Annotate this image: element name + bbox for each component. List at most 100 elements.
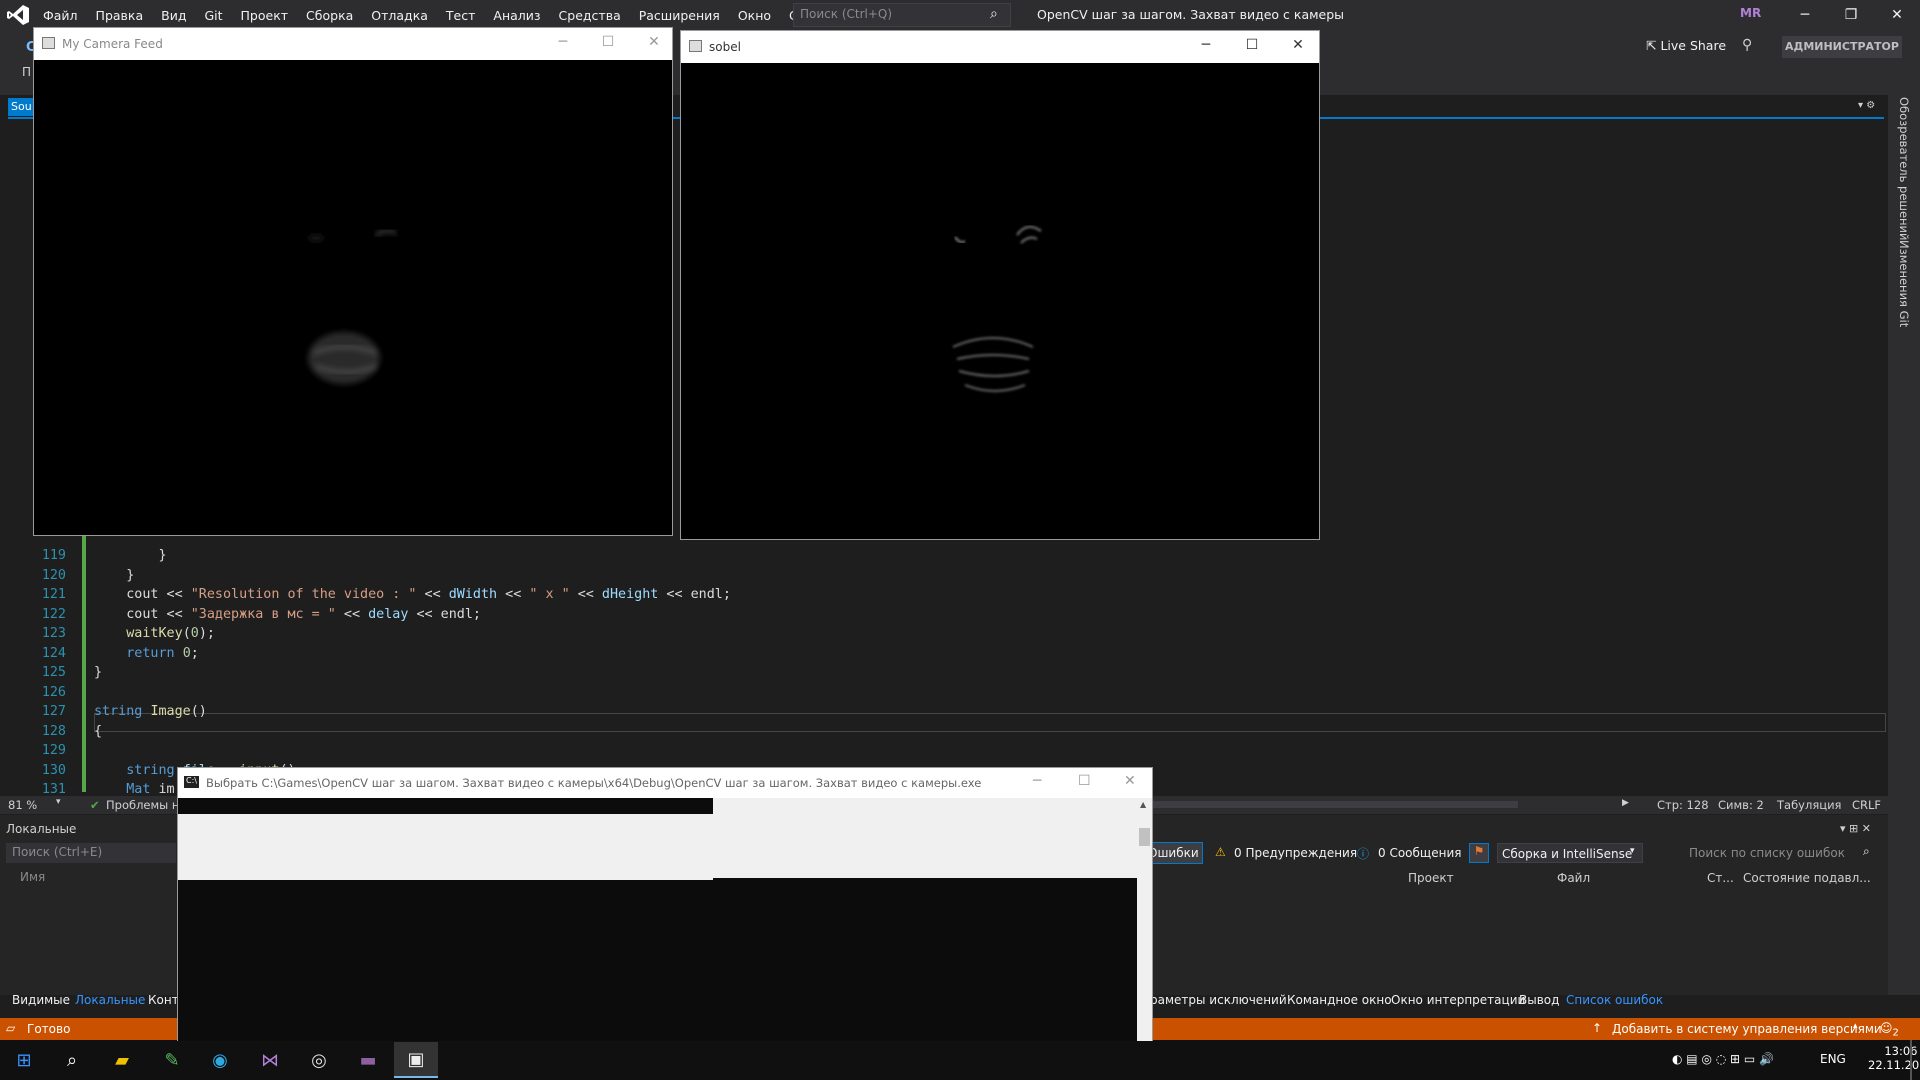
- clock[interactable]: 13:06 22.11.2021: [1868, 1044, 1920, 1072]
- error-search-icon[interactable]: ⌕: [1863, 844, 1870, 859]
- menu-tools[interactable]: Средства: [550, 8, 630, 23]
- restore-icon[interactable]: ❐: [1828, 0, 1874, 30]
- search-input[interactable]: Поиск (Ctrl+Q): [793, 3, 1011, 27]
- menu-test[interactable]: Тест: [437, 8, 484, 23]
- solution-explorer-tab[interactable]: Обозреватель решений: [1897, 97, 1911, 241]
- code-text[interactable]: cout << "Resolution of the video : " << …: [94, 585, 731, 605]
- live-share-button[interactable]: ⇱ Live Share: [1646, 38, 1726, 53]
- visual-studio-logo-icon[interactable]: [6, 4, 30, 26]
- code-text[interactable]: cout << "Задержка в мс = " << delay << e…: [94, 605, 481, 625]
- tab-mode[interactable]: Табуляция: [1777, 798, 1841, 812]
- menu-edit[interactable]: Правка: [87, 8, 153, 23]
- minimize-icon[interactable]: ─: [1196, 37, 1216, 53]
- code-text[interactable]: }: [94, 566, 134, 586]
- code-line[interactable]: 127 string Image(): [0, 702, 1880, 722]
- menu-file[interactable]: Файл: [34, 8, 87, 23]
- language-indicator[interactable]: ENG: [1820, 1052, 1846, 1066]
- col-project[interactable]: Проект: [1408, 871, 1454, 885]
- close-icon[interactable]: ✕: [644, 34, 664, 50]
- menu-project[interactable]: Проект: [232, 8, 298, 23]
- code-line[interactable]: 124 return 0;: [0, 644, 1880, 664]
- issues-label[interactable]: Проблемы н: [106, 798, 179, 812]
- code-text[interactable]: waitKey(0);: [94, 624, 215, 644]
- warnings-filter[interactable]: 0 Предупреждения: [1234, 846, 1357, 860]
- tab-locals[interactable]: Локальные: [75, 993, 145, 1007]
- menu-analyze[interactable]: Анализ: [484, 8, 549, 23]
- maximize-icon[interactable]: ☐: [598, 34, 618, 50]
- vcs-chevron-icon[interactable]: ▴: [1853, 1021, 1858, 1031]
- visual-studio-icon[interactable]: ⋈: [248, 1042, 292, 1078]
- code-line[interactable]: 123 waitKey(0);: [0, 624, 1880, 644]
- code-text[interactable]: return 0;: [94, 644, 199, 664]
- add-to-source-control[interactable]: Добавить в систему управления версиями: [1612, 1022, 1882, 1036]
- minimize-icon[interactable]: ─: [553, 34, 573, 50]
- paint-icon[interactable]: ✎: [150, 1042, 194, 1078]
- scroll-right-icon[interactable]: ▶: [1622, 798, 1629, 808]
- git-changes-tab[interactable]: Изменения Git: [1897, 240, 1911, 327]
- search-icon[interactable]: ⌕: [990, 6, 998, 22]
- console-app-icon[interactable]: ▣: [394, 1042, 438, 1078]
- code-text[interactable]: }: [94, 546, 166, 566]
- error-search-input[interactable]: Поиск по списку ошибок: [1689, 846, 1845, 860]
- minimize-icon[interactable]: ─: [1033, 773, 1041, 789]
- sobel-window[interactable]: sobel ─ ☐ ✕: [680, 30, 1320, 540]
- avatar[interactable]: MR: [1740, 6, 1764, 24]
- locals-search-input[interactable]: Поиск (Ctrl+E): [6, 843, 176, 863]
- maximize-icon[interactable]: ☐: [1242, 37, 1262, 53]
- menu-view[interactable]: Вид: [152, 8, 195, 23]
- close-icon[interactable]: ✕: [1288, 37, 1308, 53]
- minimize-icon[interactable]: ─: [1782, 0, 1828, 30]
- camera-feed-window[interactable]: My Camera Feed ─ ☐ ✕: [33, 27, 673, 536]
- tab-autos[interactable]: Видимые: [12, 993, 70, 1007]
- zoom-level[interactable]: 81 %: [8, 798, 37, 812]
- code-text[interactable]: string Image(): [94, 702, 207, 722]
- code-line[interactable]: 119 }: [0, 546, 1880, 566]
- edge-icon[interactable]: ◉: [198, 1042, 242, 1078]
- code-line[interactable]: 125}: [0, 663, 1880, 683]
- tab-output[interactable]: Вывод: [1519, 993, 1559, 1007]
- build-filter-select[interactable]: Сборка и IntelliSense: [1497, 843, 1643, 863]
- close-icon[interactable]: ✕: [1874, 0, 1920, 30]
- tab-command[interactable]: Командное окно: [1287, 993, 1392, 1007]
- menu-build[interactable]: Сборка: [297, 8, 362, 23]
- menu-window[interactable]: Окно: [729, 8, 780, 23]
- code-line[interactable]: 129: [0, 741, 1880, 761]
- code-line[interactable]: 121 cout << "Resolution of the video : "…: [0, 585, 1880, 605]
- scroll-up-icon[interactable]: ▲: [1140, 800, 1146, 809]
- scroll-thumb[interactable]: [1139, 828, 1150, 846]
- maximize-icon[interactable]: ☐: [1078, 773, 1091, 789]
- console-window[interactable]: C:\ Выбрать C:\Games\OpenCV шаг за шагом…: [177, 767, 1153, 1041]
- tray-icons[interactable]: ◐ ▤ ◎ ◌ ⊞ ▭ 🔊: [1672, 1052, 1774, 1066]
- taskbar-search-icon[interactable]: ⌕: [50, 1042, 94, 1078]
- messages-filter[interactable]: 0 Сообщения: [1378, 846, 1461, 860]
- code-text[interactable]: }: [94, 663, 102, 683]
- code-line[interactable]: 122 cout << "Задержка в мс = " << delay …: [0, 605, 1880, 625]
- errors-filter-button[interactable]: Ошибки: [1145, 842, 1203, 864]
- col-suppression[interactable]: Состояние подавл...: [1743, 871, 1871, 885]
- col-line[interactable]: Ст...: [1707, 871, 1734, 885]
- start-icon[interactable]: ⊞: [2, 1042, 46, 1078]
- panel-controls-icon[interactable]: ▾ ⊞ ✕: [1840, 822, 1871, 835]
- explorer-icon[interactable]: ▰: [100, 1042, 144, 1078]
- notification-icon[interactable]: ☺2: [1880, 1021, 1899, 1038]
- menu-extensions[interactable]: Расширения: [630, 8, 729, 23]
- feedback-icon[interactable]: ⚲: [1742, 37, 1752, 53]
- code-line[interactable]: 126: [0, 683, 1880, 703]
- tab-exceptions[interactable]: раметры исключений: [1150, 993, 1287, 1007]
- show-desktop[interactable]: [1910, 1040, 1912, 1080]
- console-scrollbar[interactable]: ▲: [1137, 798, 1152, 1041]
- tab-immediate[interactable]: Окно интерпретации: [1391, 993, 1525, 1007]
- menu-git[interactable]: Git: [195, 8, 231, 23]
- col-file[interactable]: Файл: [1557, 871, 1590, 885]
- menu-debug[interactable]: Отладка: [362, 8, 437, 23]
- zoom-dropdown-icon[interactable]: ▾: [56, 797, 61, 807]
- terminal-icon[interactable]: ▬: [346, 1042, 390, 1078]
- code-line[interactable]: 120 }: [0, 566, 1880, 586]
- eol-mode[interactable]: CRLF: [1852, 798, 1881, 812]
- tab-watch[interactable]: Конт: [148, 993, 179, 1007]
- obs-icon[interactable]: ◎: [297, 1042, 341, 1078]
- horizontal-scrollbar[interactable]: [1150, 801, 1518, 808]
- code-text[interactable]: {: [94, 722, 102, 742]
- filter-icon[interactable]: ⚑: [1469, 843, 1489, 863]
- tab-error-list[interactable]: Список ошибок: [1566, 993, 1663, 1007]
